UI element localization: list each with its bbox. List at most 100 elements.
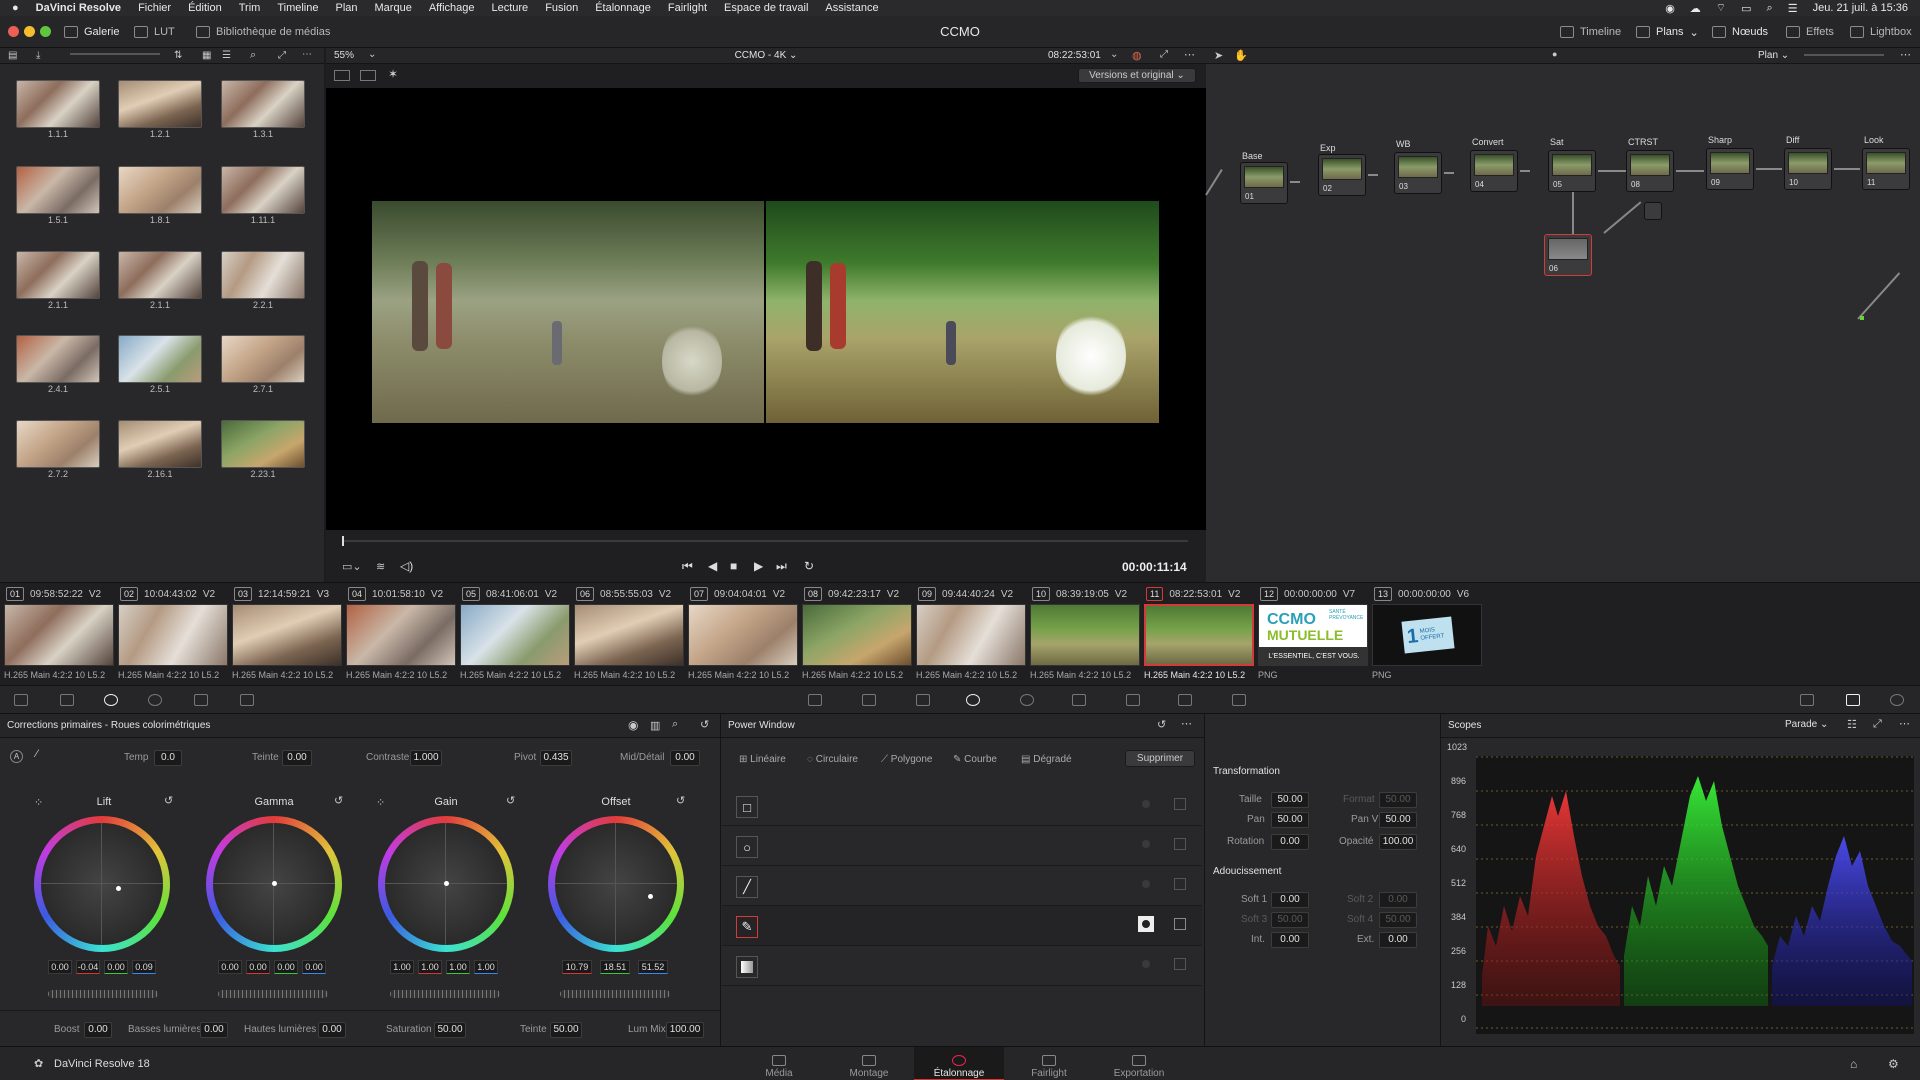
node-ctrst[interactable]: 08 [1626, 150, 1674, 192]
node-06-selected[interactable]: 06 [1544, 234, 1592, 276]
menu-timeline[interactable]: Timeline [277, 2, 318, 14]
circular-window-button[interactable]: ◌ Circulaire [807, 754, 858, 765]
sort-icon[interactable]: ⇅ [174, 50, 182, 61]
menu-fusion[interactable]: Fusion [545, 2, 578, 14]
qualifier-icon[interactable] [916, 694, 930, 706]
motion-effects-icon[interactable] [240, 694, 254, 706]
reset-icon[interactable]: ↺ [700, 718, 709, 731]
lift-reset-icon[interactable]: ↺ [164, 794, 173, 807]
node-mode-dropdown[interactable]: Plan ⌄ [1758, 50, 1789, 61]
media-library-tab[interactable]: Bibliothèque de médias [196, 24, 330, 40]
offset-red-value[interactable]: 10.79 [562, 960, 592, 974]
info-icon[interactable] [1890, 694, 1904, 706]
auto-balance-icon[interactable]: A [10, 750, 23, 763]
window-row-polygon[interactable]: ╱ [722, 866, 1202, 906]
curve-window-button[interactable]: ✎ Courbe [953, 754, 997, 765]
gamma-master-value[interactable]: 0.00 [218, 960, 242, 974]
tracker-icon[interactable] [1020, 694, 1034, 706]
invert-toggle[interactable] [1142, 800, 1150, 808]
compare-mode-dropdown[interactable]: Versions et original ⌄ [1078, 68, 1196, 83]
menu-etalonnage[interactable]: Étalonnage [595, 2, 651, 14]
menu-workspace[interactable]: Espace de travail [724, 2, 808, 14]
playhead[interactable] [342, 536, 344, 546]
effects-toggle[interactable]: Effets [1786, 24, 1834, 40]
menu-plan[interactable]: Plan [335, 2, 357, 14]
scope-mode-dropdown[interactable]: Parade ⌄ [1785, 719, 1828, 730]
offset-reset-icon[interactable]: ↺ [676, 794, 685, 807]
linear-window-button[interactable]: ⊞ Linéaire [739, 754, 786, 765]
expand-icon[interactable]: ⤢ [278, 50, 286, 61]
mask-toggle[interactable] [1174, 798, 1186, 810]
clip-thumbnail[interactable] [118, 604, 228, 666]
3d-icon[interactable] [1800, 694, 1814, 706]
clip-thumbnail[interactable] [574, 604, 684, 666]
battery-icon[interactable]: ▭ [1741, 2, 1751, 15]
node-diff[interactable]: 10 [1784, 148, 1832, 190]
scrubber-track[interactable] [342, 540, 1188, 542]
gain-wheel[interactable] [378, 816, 514, 952]
node-convert[interactable]: 04 [1470, 150, 1518, 192]
gradient-window-button[interactable]: ▤ Dégradé [1021, 754, 1072, 765]
window-row-linear[interactable]: □ [722, 786, 1202, 826]
viewer-timecode[interactable]: 08:22:53:01 [1048, 50, 1101, 61]
go-to-start-icon[interactable]: ⏮ [682, 559, 693, 574]
blur-icon[interactable] [1126, 694, 1140, 706]
picker-icon[interactable]: ⁄ [36, 748, 38, 760]
lift-wheel[interactable] [34, 816, 170, 952]
primaries-wheels-mode-icon[interactable]: ◉ [628, 718, 638, 732]
node-wb[interactable]: 03 [1394, 152, 1442, 194]
hue-field[interactable]: 50.00 [550, 1022, 582, 1038]
node-look[interactable]: 11 [1862, 148, 1910, 190]
shadows-field[interactable]: 0.00 [200, 1022, 228, 1038]
lift-picker-icon[interactable]: ⁘ [34, 796, 43, 809]
gamma-green-value[interactable]: 0.00 [274, 960, 298, 974]
invert-toggle[interactable] [1142, 840, 1150, 848]
gallery-still[interactable] [221, 335, 305, 383]
grid-view-icon[interactable]: ▦ [202, 50, 211, 61]
gain-picker-icon[interactable]: ⁘ [376, 796, 385, 809]
format-field[interactable]: 50.00 [1379, 792, 1417, 808]
clip-thumbnail[interactable] [1030, 604, 1140, 666]
node-sharp[interactable]: 09 [1706, 148, 1754, 190]
clip-thumbnail[interactable] [802, 604, 912, 666]
mask-toggle[interactable] [1174, 918, 1186, 930]
soft2-field[interactable]: 0.00 [1379, 892, 1417, 908]
nodes-toggle[interactable]: Nœuds [1712, 24, 1768, 40]
tab-color[interactable]: Étalonnage [914, 1047, 1004, 1080]
menu-fichier[interactable]: Fichier [138, 2, 171, 14]
status-icon[interactable]: ◉ [1665, 2, 1675, 15]
search-icon[interactable]: ⌕ [1767, 2, 1773, 15]
window-icon[interactable] [966, 694, 980, 706]
gallery-still[interactable] [16, 80, 100, 128]
lift-green-value[interactable]: 0.00 [104, 960, 128, 974]
hand-icon[interactable]: ✋ [1234, 49, 1248, 62]
more-options-icon[interactable]: ⋯ [1899, 717, 1910, 730]
scopes-icon[interactable] [1846, 694, 1860, 706]
sidebar-toggle-icon[interactable]: ▤ [8, 50, 17, 61]
gallery-tab[interactable]: Galerie [64, 24, 119, 40]
pointer-icon[interactable]: ➤ [1214, 49, 1223, 62]
middetail-field[interactable]: 0.00 [670, 750, 700, 766]
close-window-button[interactable] [8, 26, 19, 37]
color-wheels-icon[interactable] [104, 694, 118, 706]
delete-window-button[interactable]: Supprimer [1125, 750, 1195, 767]
magic-mask-icon[interactable] [1072, 694, 1086, 706]
reset-icon[interactable]: ↺ [1157, 718, 1166, 731]
gain-blue-value[interactable]: 1.00 [474, 960, 498, 974]
saturation-field[interactable]: 50.00 [434, 1022, 466, 1038]
mixer-node[interactable] [1644, 202, 1662, 220]
layers-icon[interactable]: ≋ [376, 560, 385, 573]
play-reverse-icon[interactable]: ◀ [708, 559, 717, 573]
curves-icon[interactable] [808, 694, 822, 706]
soft4-field[interactable]: 50.00 [1379, 912, 1417, 928]
zoom-window-button[interactable] [40, 26, 51, 37]
camera-raw-icon[interactable] [14, 694, 28, 706]
clip-thumbnail[interactable] [688, 604, 798, 666]
gamma-red-value[interactable]: 0.00 [246, 960, 270, 974]
fullscreen-icon[interactable]: ⤢ [1160, 49, 1168, 60]
gallery-still[interactable] [221, 420, 305, 468]
gain-master-value[interactable]: 1.00 [390, 960, 414, 974]
outside-field[interactable]: 0.00 [1379, 932, 1417, 948]
menu-affichage[interactable]: Affichage [429, 2, 475, 14]
wipe-icon[interactable] [360, 70, 376, 81]
